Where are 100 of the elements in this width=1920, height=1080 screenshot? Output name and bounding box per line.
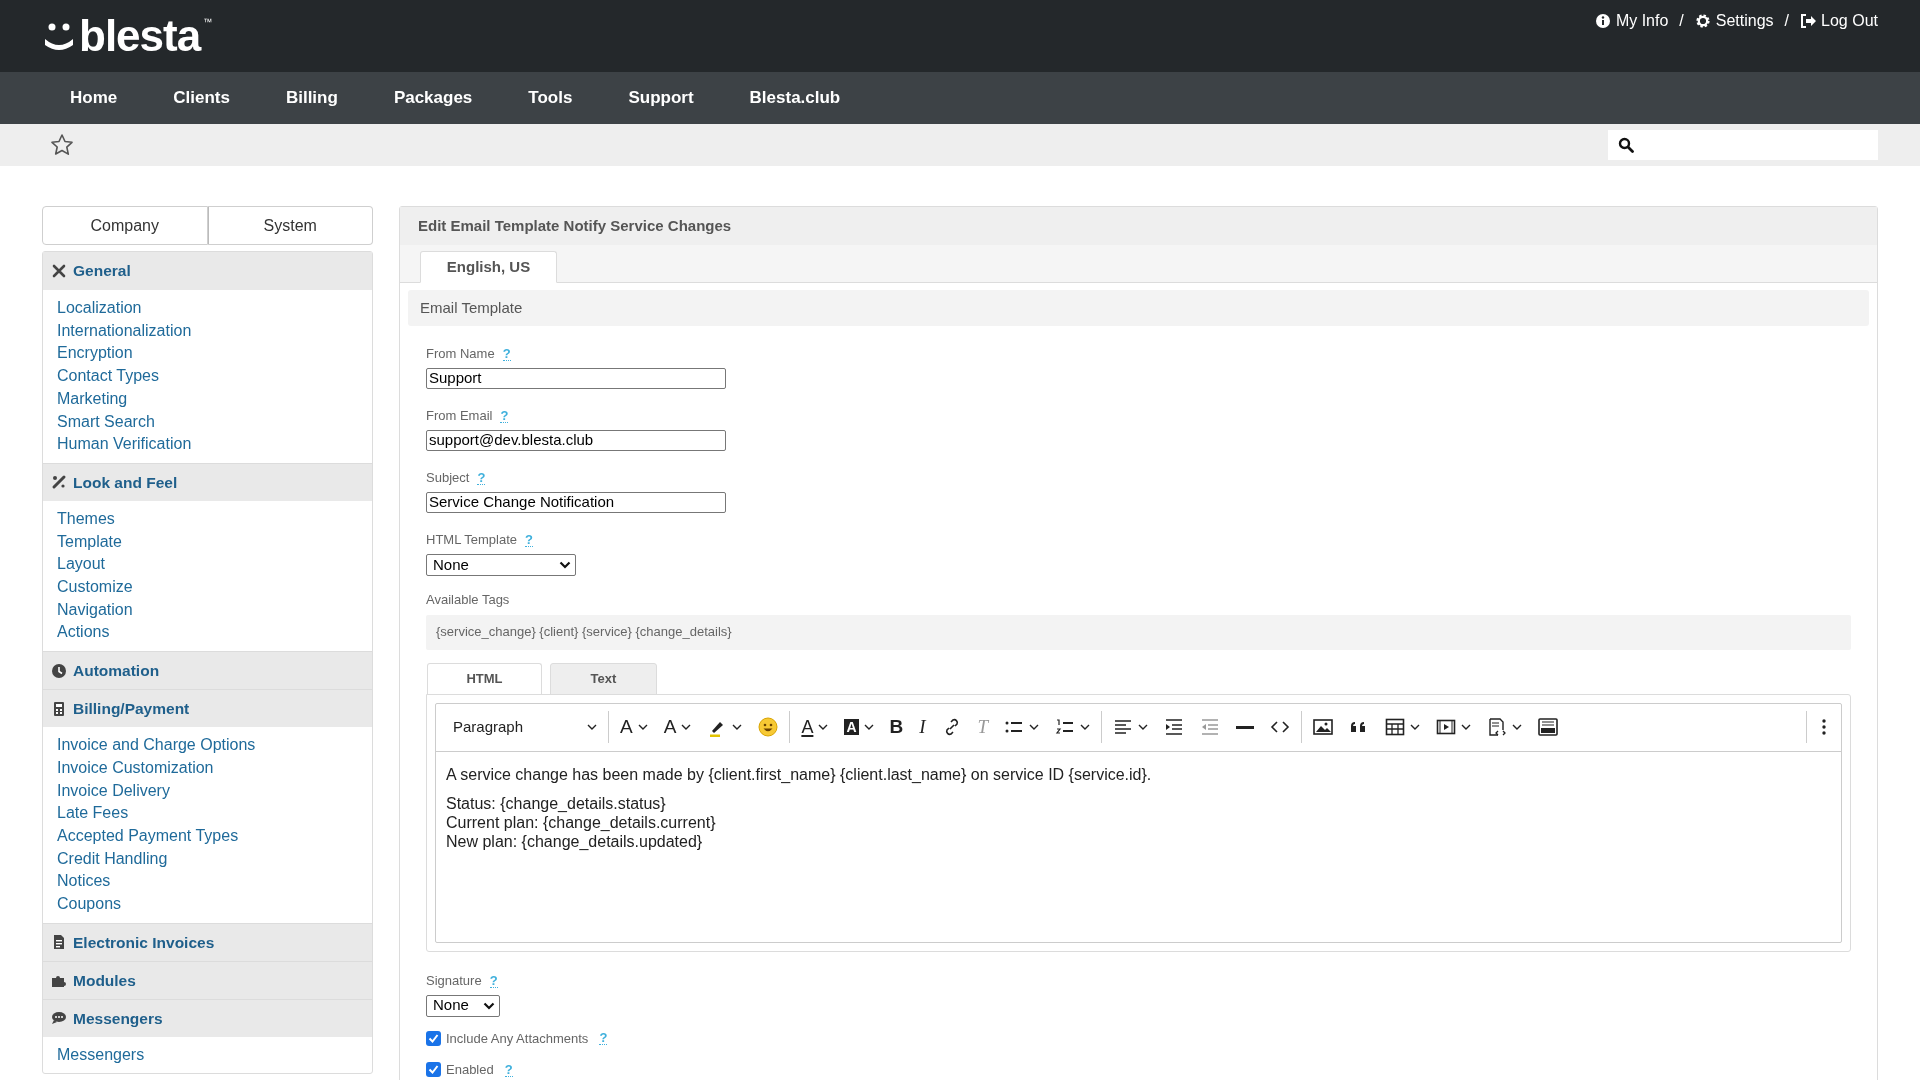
sidebar-link[interactable]: Invoice Delivery xyxy=(57,779,170,803)
caret-icon xyxy=(732,724,743,730)
text-input[interactable]: Service Change Notification xyxy=(426,492,726,513)
text-input[interactable]: Support xyxy=(426,368,726,389)
background-color-button[interactable]: A xyxy=(837,712,881,742)
block-format-dropdown[interactable]: Paragraph xyxy=(446,712,604,742)
sidebar-tab[interactable]: Company xyxy=(42,206,208,245)
separator-slash: / xyxy=(1783,11,1791,31)
document-icon xyxy=(51,934,67,951)
section-header[interactable]: Messengers xyxy=(43,998,372,1037)
template-icon xyxy=(1487,717,1508,737)
sidebar-link[interactable]: Human Verification xyxy=(57,433,192,456)
nav-link[interactable]: Packages xyxy=(365,85,501,111)
text-color-button[interactable]: A xyxy=(794,712,836,742)
star-icon[interactable] xyxy=(50,133,74,157)
italic-button[interactable]: I xyxy=(912,712,933,742)
user-menu-link[interactable]: My Info xyxy=(1594,9,1669,33)
field-label: Signature xyxy=(426,971,482,990)
caret-icon xyxy=(1512,724,1523,730)
caret-icon xyxy=(818,724,829,730)
editor-text-line: Status: {change_details.status} xyxy=(446,793,667,813)
sidebar-link[interactable]: Credit Handling xyxy=(57,847,168,871)
caret-icon xyxy=(1138,724,1149,730)
user-menu-link[interactable]: Settings xyxy=(1694,9,1774,33)
sidebar-link[interactable]: Layout xyxy=(57,553,106,577)
sidebar-link[interactable]: Late Fees xyxy=(57,802,129,825)
editor-text-line: New plan: {change_details.updated} xyxy=(446,831,704,851)
checkbox-label: Include Any Attachments xyxy=(446,1029,589,1048)
align-left-icon xyxy=(1113,717,1134,737)
sidebar-link[interactable]: Smart Search xyxy=(57,410,155,434)
user-menu-link[interactable]: Log Out xyxy=(1800,9,1878,33)
emoji-icon xyxy=(758,717,779,737)
sidebar-link[interactable]: Messengers xyxy=(57,1043,145,1067)
field-label: Available Tags xyxy=(426,591,511,609)
settings-icon xyxy=(1694,13,1711,29)
sidebar-link[interactable]: Coupons xyxy=(57,893,122,916)
sidebar-link[interactable]: Marketing xyxy=(57,387,128,411)
source-code-icon xyxy=(1538,717,1559,737)
numbered-list-icon xyxy=(1055,717,1076,737)
caret-icon xyxy=(1080,724,1091,730)
info-icon xyxy=(1594,13,1611,29)
checkbox-label: Enabled xyxy=(446,1061,494,1079)
section-header[interactable]: Modules xyxy=(43,960,372,999)
section-header[interactable]: General xyxy=(43,252,372,290)
calculator-icon xyxy=(51,700,67,717)
editor-tab[interactable]: HTML xyxy=(427,662,542,695)
nav-link[interactable]: Clients xyxy=(145,85,258,111)
sidebar-tab[interactable]: System xyxy=(207,206,373,245)
tags-box: {service_change} {client} {service} {change_details} xyxy=(426,614,1851,650)
sidebar-link[interactable]: Actions xyxy=(57,621,110,645)
sidebar-link[interactable]: Invoice Customization xyxy=(57,756,214,780)
more-icon xyxy=(1821,718,1827,736)
panel-title: Edit Email Template Notify Service Changes xyxy=(400,207,1877,245)
caret-icon xyxy=(637,724,648,730)
sidebar-link[interactable]: Themes xyxy=(57,507,115,531)
nav-link[interactable]: Home xyxy=(42,85,146,111)
language-tab[interactable]: English, US xyxy=(420,251,557,283)
separator-slash: / xyxy=(1678,11,1685,31)
bold-button[interactable]: B xyxy=(882,712,911,742)
sidebar-link[interactable]: Accepted Payment Types xyxy=(57,824,239,848)
checkbox[interactable] xyxy=(426,1030,441,1046)
nav-link[interactable]: Tools xyxy=(500,85,601,111)
section-header[interactable]: Electronic Invoices xyxy=(43,922,372,961)
sidebar-link[interactable]: Invoice and Charge Options xyxy=(57,734,256,757)
sidebar-link[interactable]: Contact Types xyxy=(57,365,159,388)
font-size-button[interactable]: A xyxy=(613,712,655,742)
line-height-button[interactable]: A xyxy=(656,712,699,742)
media-icon xyxy=(1436,717,1457,737)
sidebar-link[interactable]: Notices xyxy=(57,870,111,894)
section-header[interactable]: Billing/Payment xyxy=(43,689,372,728)
dropdown[interactable]: None xyxy=(426,554,576,576)
caret-icon xyxy=(483,1001,495,1010)
text-input[interactable]: support@dev.blesta.club xyxy=(426,430,726,451)
field-label: From Email xyxy=(426,407,493,426)
image-icon xyxy=(1313,717,1334,737)
nav-link[interactable]: Blesta.club xyxy=(721,85,869,111)
search-field[interactable] xyxy=(1608,130,1878,160)
caret-icon xyxy=(1461,724,1472,730)
trademark: ™ xyxy=(203,16,213,29)
nav-link[interactable]: Billing xyxy=(257,85,366,111)
sidebar-link[interactable]: Encryption xyxy=(57,342,133,366)
nav-link[interactable]: Support xyxy=(600,85,722,111)
checkbox[interactable] xyxy=(426,1062,441,1078)
sidebar-link[interactable]: Localization xyxy=(57,297,142,320)
horizontal-rule-icon xyxy=(1236,725,1255,729)
chat-icon xyxy=(51,1010,67,1027)
search-icon xyxy=(1618,137,1634,153)
sidebar-link[interactable]: Navigation xyxy=(57,598,133,622)
caret-icon xyxy=(681,724,692,730)
outdent-icon xyxy=(1200,717,1221,737)
dropdown[interactable]: None xyxy=(426,994,500,1017)
editor-text-line: A service change has been made by {client.first_name} {client.last_name} on service ID {service.id}. xyxy=(446,764,1153,784)
sidebar-link[interactable]: Template xyxy=(57,530,122,554)
section-header[interactable]: Look and Feel xyxy=(43,462,372,501)
section-header[interactable]: Automation xyxy=(43,651,372,690)
caret-icon xyxy=(1029,724,1040,730)
sidebar-link[interactable]: Internationalization xyxy=(57,319,192,343)
caret-icon xyxy=(863,724,874,730)
sidebar-link[interactable]: Customize xyxy=(57,576,133,599)
editor-tab[interactable]: Text xyxy=(550,662,657,695)
